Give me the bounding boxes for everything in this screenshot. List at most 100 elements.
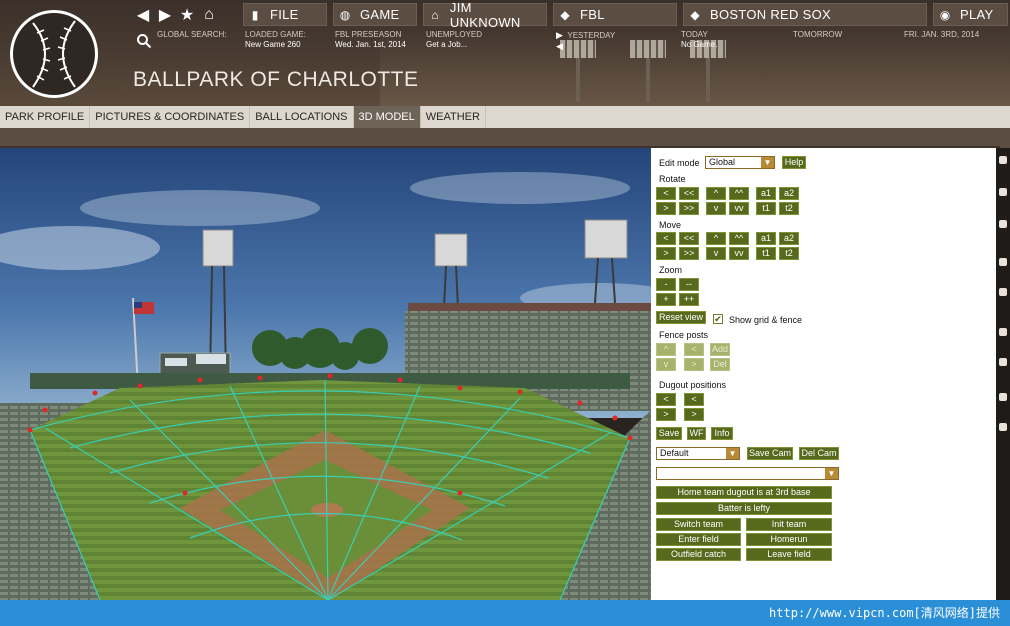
extra-select[interactable]: ▼: [656, 467, 839, 480]
rotate-down-fast-button[interactable]: vv: [729, 202, 749, 215]
forward-arrow-icon[interactable]: ▶: [156, 5, 174, 25]
tab-weather[interactable]: WEATHER: [421, 106, 486, 128]
3d-stadium-viewport[interactable]: [0, 148, 651, 600]
side-icon[interactable]: [999, 156, 1007, 164]
header-light-tower: [630, 40, 666, 102]
move-t1-button[interactable]: t1: [756, 247, 776, 260]
tab-ball-locations[interactable]: BALL LOCATIONS: [250, 106, 354, 128]
file-button[interactable]: ▮ FILE: [243, 3, 327, 26]
tab-pictures-coordinates[interactable]: PICTURES & COORDINATES: [90, 106, 251, 128]
fence-down-button[interactable]: v: [656, 358, 676, 371]
side-icon[interactable]: [999, 220, 1007, 228]
homerun-button[interactable]: Homerun: [746, 533, 832, 546]
move-right-fast-button[interactable]: >>: [679, 247, 699, 260]
del-cam-button[interactable]: Del Cam: [799, 447, 839, 460]
unemployed-label: UNEMPLOYED: [426, 30, 483, 39]
side-icon[interactable]: [999, 423, 1007, 431]
help-button[interactable]: Help: [782, 156, 806, 169]
zoom-out-fast-button[interactable]: --: [679, 278, 699, 291]
enter-field-button[interactable]: Enter field: [656, 533, 741, 546]
move-a1-button[interactable]: a1: [756, 232, 776, 245]
back-small-arrow-icon[interactable]: ◀: [556, 41, 615, 51]
move-right-button[interactable]: >: [656, 247, 676, 260]
leave-field-button[interactable]: Leave field: [746, 548, 832, 561]
manager-button[interactable]: ⌂ JIM UNKNOWN: [423, 0, 547, 30]
side-icon[interactable]: [999, 393, 1007, 401]
rotate-up-fast-button[interactable]: ^^: [729, 187, 749, 200]
rotate-up-button[interactable]: ^: [706, 187, 726, 200]
dugout-left-2-button[interactable]: <: [684, 393, 704, 406]
rotate-left-fast-button[interactable]: <<: [679, 187, 699, 200]
yesterday-info[interactable]: ▶ YESTERDAY ◀: [556, 30, 615, 51]
side-icon-strip[interactable]: [996, 148, 1010, 600]
side-icon[interactable]: [999, 258, 1007, 266]
fence-right-button[interactable]: >: [684, 358, 704, 371]
rotate-down-button[interactable]: v: [706, 202, 726, 215]
home-icon[interactable]: ⌂: [200, 6, 218, 24]
dugout-left-1-button[interactable]: <: [656, 393, 676, 406]
rotate-t2-button[interactable]: t2: [779, 202, 799, 215]
today-value: No Game.: [681, 40, 718, 49]
home-icon: ⌂: [431, 7, 439, 22]
side-icon[interactable]: [999, 328, 1007, 336]
search-icon[interactable]: [136, 33, 152, 49]
move-a2-button[interactable]: a2: [779, 232, 799, 245]
rotate-a1-button[interactable]: a1: [756, 187, 776, 200]
save-cam-button[interactable]: Save Cam: [747, 447, 793, 460]
info-button[interactable]: Info: [711, 427, 733, 440]
edit-mode-select[interactable]: Global ▼: [705, 156, 775, 169]
outfield-catch-button[interactable]: Outfield catch: [656, 548, 741, 561]
play-arrow-icon: ▶: [556, 30, 563, 40]
back-arrow-icon[interactable]: ◀: [134, 5, 152, 25]
get-job-link[interactable]: Get a Job...: [426, 40, 482, 50]
fence-delete-button[interactable]: Del: [710, 358, 730, 371]
baseball-logo-icon[interactable]: [10, 10, 98, 98]
dugout-right-2-button[interactable]: >: [684, 408, 704, 421]
tab-3d-model[interactable]: 3D MODEL: [353, 106, 421, 128]
zoom-in-button[interactable]: +: [656, 293, 676, 306]
batter-lefty-button[interactable]: Batter is lefty: [656, 502, 832, 515]
move-left-fast-button[interactable]: <<: [679, 232, 699, 245]
switch-team-button[interactable]: Switch team: [656, 518, 741, 531]
camera-select[interactable]: Default ▼: [656, 447, 740, 460]
fence-add-button[interactable]: Add: [710, 343, 730, 356]
side-icon[interactable]: [999, 288, 1007, 296]
game-button[interactable]: ◍ GAME: [333, 3, 417, 26]
league-button[interactable]: ◆ FBL: [553, 3, 677, 26]
rotate-t1-button[interactable]: t1: [756, 202, 776, 215]
save-button[interactable]: Save: [656, 427, 682, 440]
fence-left-button[interactable]: <: [684, 343, 704, 356]
move-down-button[interactable]: v: [706, 247, 726, 260]
star-icon[interactable]: ★: [178, 5, 196, 25]
move-up-fast-button[interactable]: ^^: [729, 232, 749, 245]
rotate-left-button[interactable]: <: [656, 187, 676, 200]
fence-up-button[interactable]: ^: [656, 343, 676, 356]
rotate-right-button[interactable]: >: [656, 202, 676, 215]
init-team-button[interactable]: Init team: [746, 518, 832, 531]
move-left-button[interactable]: <: [656, 232, 676, 245]
tab-park-profile[interactable]: PARK PROFILE: [0, 106, 91, 128]
grandstand-roof: [408, 303, 651, 311]
wf-button[interactable]: WF: [687, 427, 706, 440]
rotate-right-fast-button[interactable]: >>: [679, 202, 699, 215]
move-down-fast-button[interactable]: vv: [729, 247, 749, 260]
today-label: TODAY: [681, 30, 708, 39]
move-t2-button[interactable]: t2: [779, 247, 799, 260]
show-grid-label: Show grid & fence: [729, 315, 803, 325]
dugout-right-1-button[interactable]: >: [656, 408, 676, 421]
cloud: [80, 190, 320, 226]
home-dugout-button[interactable]: Home team dugout is at 3rd base: [656, 486, 832, 499]
zoom-in-fast-button[interactable]: ++: [679, 293, 699, 306]
play-button[interactable]: ◉ PLAY: [933, 3, 1008, 26]
global-search-label[interactable]: GLOBAL SEARCH:: [157, 30, 227, 40]
side-icon[interactable]: [999, 358, 1007, 366]
zoom-out-button[interactable]: -: [656, 278, 676, 291]
show-grid-checkbox[interactable]: ✔: [713, 314, 723, 324]
move-up-button[interactable]: ^: [706, 232, 726, 245]
3d-model-controls: Edit mode Global ▼ Help Rotate < << ^ ^^ …: [651, 148, 996, 600]
nav-arrows: ◀ ▶ ★ ⌂: [134, 3, 218, 26]
team-button[interactable]: ◆ BOSTON RED SOX: [683, 3, 927, 26]
reset-view-button[interactable]: Reset view: [656, 311, 706, 324]
rotate-a2-button[interactable]: a2: [779, 187, 799, 200]
side-icon[interactable]: [999, 188, 1007, 196]
